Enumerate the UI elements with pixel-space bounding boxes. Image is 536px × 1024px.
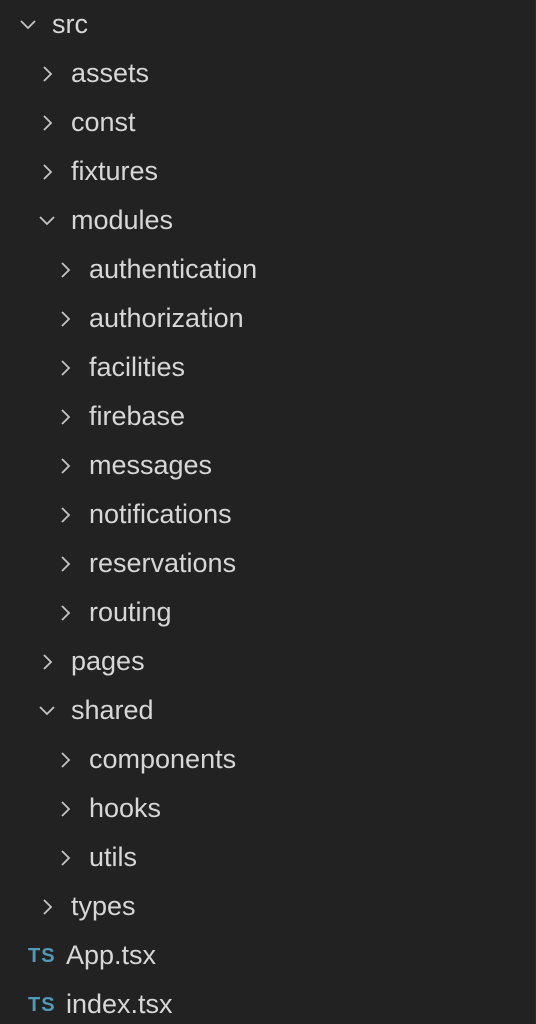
chevron-right-icon (55, 256, 75, 284)
tree-item-label: shared (71, 695, 154, 725)
tree-item-hooks[interactable]: hooks (0, 784, 535, 833)
tree-item-reservations[interactable]: reservations (0, 539, 535, 588)
chevron-right-icon (37, 893, 57, 921)
tree-item-index-tsx[interactable]: TS index.tsx (0, 980, 535, 1024)
tree-item-label: src (52, 9, 88, 39)
tree-item-label: index.tsx (66, 989, 173, 1019)
tree-item-firebase[interactable]: firebase (0, 392, 535, 441)
chevron-right-icon (37, 158, 57, 186)
tree-item-label: pages (71, 646, 145, 676)
tree-item-label: App.tsx (66, 940, 157, 970)
tree-item-label: components (89, 744, 237, 774)
chevron-right-icon (55, 599, 75, 627)
typescript-file-icon: TS (28, 993, 56, 1016)
tree-item-label: messages (89, 450, 213, 480)
tree-item-authentication[interactable]: authentication (0, 245, 535, 294)
chevron-down-icon (18, 11, 38, 39)
tree-item-facilities[interactable]: facilities (0, 343, 535, 392)
tree-item-label: hooks (89, 793, 162, 823)
chevron-down-icon (37, 697, 57, 725)
chevron-down-icon (37, 207, 57, 235)
chevron-right-icon (55, 795, 75, 823)
tree-item-src[interactable]: src (0, 0, 535, 49)
tree-item-shared[interactable]: shared (0, 686, 535, 735)
tree-item-components[interactable]: components (0, 735, 535, 784)
chevron-right-icon (55, 501, 75, 529)
chevron-right-icon (55, 550, 75, 578)
tree-item-authorization[interactable]: authorization (0, 294, 535, 343)
chevron-right-icon (55, 305, 75, 333)
tree-item-label: authentication (89, 254, 258, 284)
tree-item-const[interactable]: const (0, 98, 535, 147)
tree-item-notifications[interactable]: notifications (0, 490, 535, 539)
file-explorer: src assets const fixtures modules authen… (0, 0, 536, 1024)
tree-item-types[interactable]: types (0, 882, 535, 931)
tree-item-label: routing (89, 597, 172, 627)
tree-item-fixtures[interactable]: fixtures (0, 147, 535, 196)
tree-item-utils[interactable]: utils (0, 833, 535, 882)
tree-item-label: const (71, 107, 136, 137)
tree-item-label: reservations (89, 548, 237, 578)
tree-item-messages[interactable]: messages (0, 441, 535, 490)
chevron-right-icon (55, 746, 75, 774)
tree-item-assets[interactable]: assets (0, 49, 535, 98)
tree-item-label: fixtures (71, 156, 159, 186)
tree-item-label: firebase (89, 401, 186, 431)
chevron-right-icon (55, 354, 75, 382)
tree-item-app-tsx[interactable]: TS App.tsx (0, 931, 535, 980)
chevron-right-icon (37, 648, 57, 676)
chevron-right-icon (37, 109, 57, 137)
tree-item-pages[interactable]: pages (0, 637, 535, 686)
tree-item-label: authorization (89, 303, 244, 333)
tree-item-routing[interactable]: routing (0, 588, 535, 637)
tree-item-label: utils (89, 842, 138, 872)
tree-item-label: facilities (89, 352, 186, 382)
tree-item-label: modules (71, 205, 174, 235)
tree-item-label: types (71, 891, 136, 921)
typescript-file-icon: TS (28, 944, 56, 967)
chevron-right-icon (55, 403, 75, 431)
chevron-right-icon (55, 452, 75, 480)
tree-item-modules[interactable]: modules (0, 196, 535, 245)
chevron-right-icon (37, 60, 57, 88)
tree-item-label: notifications (89, 499, 232, 529)
chevron-right-icon (55, 844, 75, 872)
tree-item-label: assets (71, 58, 150, 88)
